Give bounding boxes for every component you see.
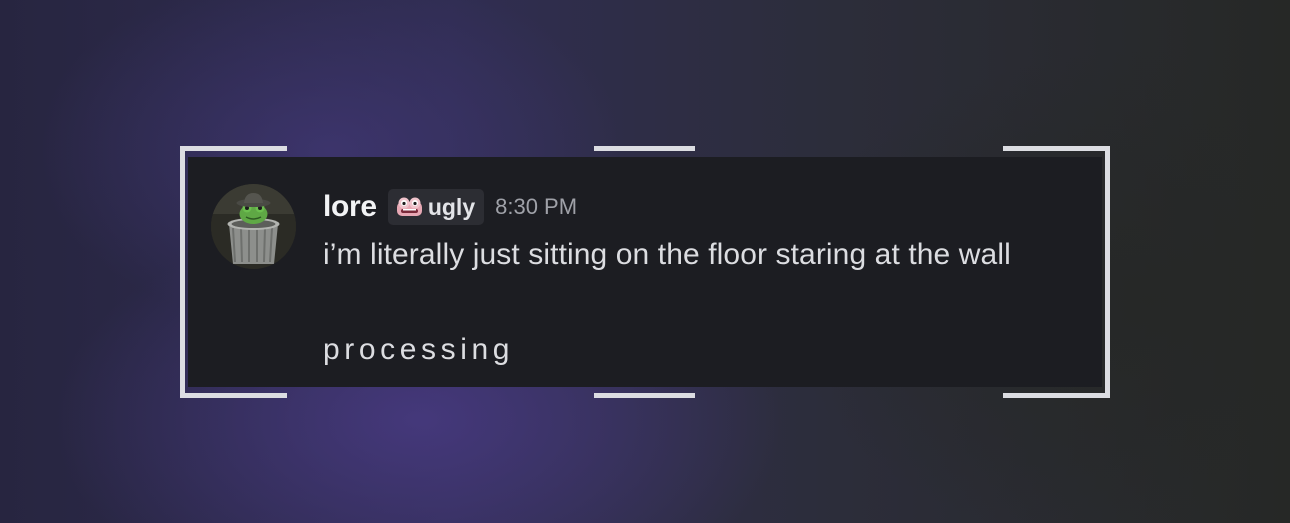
frame-corner-top-left xyxy=(180,146,287,151)
frame-corner-bottom-right xyxy=(1003,393,1110,398)
frame-corner-top-right-vertical xyxy=(1105,146,1110,398)
frame-corner-top-left-vertical xyxy=(180,146,185,398)
frame-mark-top-center xyxy=(594,146,695,151)
timestamp[interactable]: 8:30 PM xyxy=(495,194,577,220)
frame-corner-bottom-left xyxy=(180,393,287,398)
frame-corner-top-right xyxy=(1003,146,1110,151)
avatar[interactable] xyxy=(211,184,296,269)
role-label: ugly xyxy=(427,193,476,220)
frame-mark-bottom-center xyxy=(594,393,695,398)
message-header: lore ugly 8:30 PM xyxy=(323,187,577,227)
message-content-line-2: processing xyxy=(323,333,515,366)
chat-message[interactable]: lore ugly 8:30 PM i’m literally just sit… xyxy=(188,157,1102,387)
username[interactable]: lore xyxy=(323,190,377,224)
role-tag[interactable]: ugly xyxy=(387,189,485,225)
message-content-line-1: i’m literally just sitting on the floor … xyxy=(323,238,1011,271)
frog-face-icon xyxy=(396,197,422,216)
frog-in-trash-can-avatar xyxy=(211,184,296,269)
